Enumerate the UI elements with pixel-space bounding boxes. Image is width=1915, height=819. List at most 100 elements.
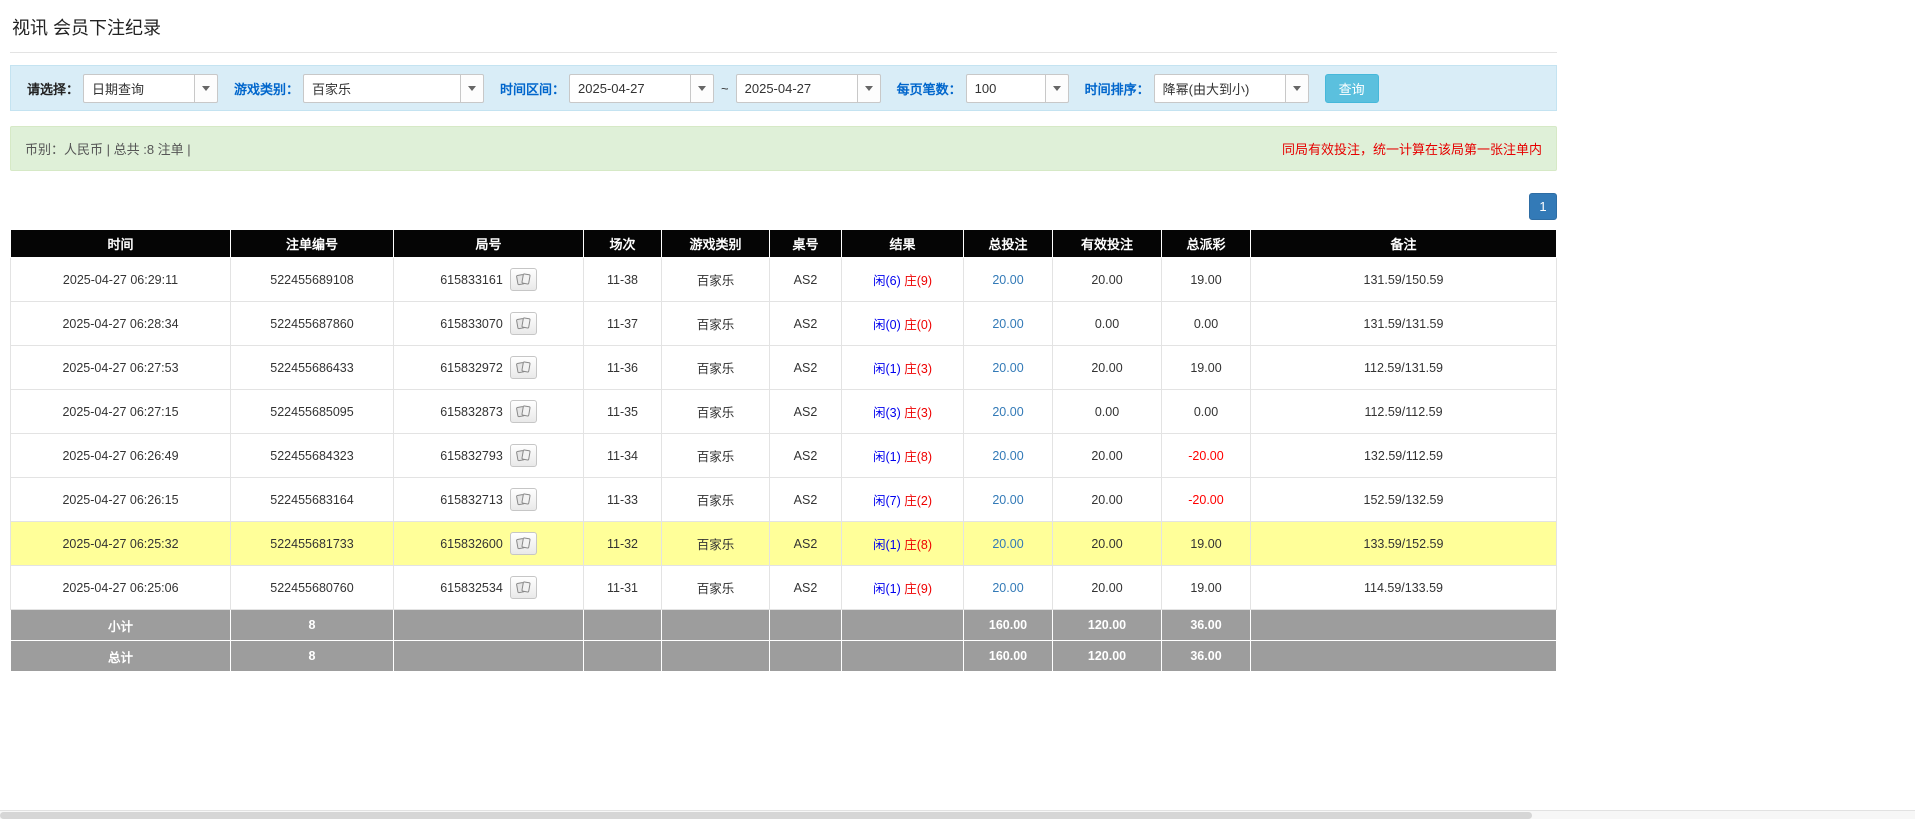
view-cards-button[interactable] [509,444,537,467]
bet-id-cell: 522455685095 [230,389,394,434]
page-1-button[interactable]: 1 [1529,193,1557,220]
query-type-input[interactable] [83,73,196,103]
result-cell: 闲(6) 庄(9) [841,257,964,302]
total-bet-link[interactable]: 20.00 [992,361,1023,375]
view-cards-button[interactable] [509,268,537,291]
remark-cell: 114.59/133.59 [1250,565,1557,610]
view-cards-button[interactable] [509,312,537,335]
table-no-cell: AS2 [769,477,842,522]
round-cell: 615832713 [393,477,584,522]
total-bet-link[interactable]: 20.00 [992,449,1023,463]
game-type-dropdown-button[interactable] [461,73,485,103]
table-no-cell: AS2 [769,301,842,346]
payout-cell: 19.00 [1161,345,1251,390]
total-label: 总计 [10,640,231,672]
session-cell: 11-35 [583,389,662,434]
view-cards-button[interactable] [509,532,537,555]
chevron-down-icon [864,85,873,91]
game-type-cell: 百家乐 [661,433,770,478]
page-size-input[interactable] [965,73,1046,103]
total-bet-link[interactable]: 20.00 [992,317,1023,331]
cards-icon [515,273,531,286]
sort-input[interactable] [1153,73,1286,103]
total-row: 总计 8 160.00 120.00 36.00 [10,640,1557,672]
search-button[interactable]: 查询 [1324,73,1379,103]
view-cards-button[interactable] [509,576,537,599]
banker-result: 庄(8) [904,538,933,552]
table-row: 2025-04-27 06:28:34 522455687860 615833070… [10,301,1557,346]
time-cell: 2025-04-27 06:26:15 [10,477,231,522]
round-id: 615832534 [440,580,503,595]
empty-cell [769,640,842,672]
date-from-combo [569,73,715,103]
date-from-input[interactable] [569,73,692,103]
total-bet-cell: 20.00 [963,521,1053,566]
sort-dropdown-button[interactable] [1285,73,1309,103]
col-header-time: 时间 [10,229,231,258]
view-cards-button[interactable] [509,356,537,379]
date-to-dropdown-button[interactable] [857,73,881,103]
date-to-input[interactable] [735,73,858,103]
payout-cell: 0.00 [1161,389,1251,434]
cards-icon [515,405,531,418]
empty-cell [583,640,662,672]
bet-id-cell: 522455683164 [230,477,394,522]
empty-cell [661,609,770,641]
date-from-dropdown-button[interactable] [691,73,715,103]
query-type-dropdown-button[interactable] [195,73,219,103]
select-label: 请选择： [27,81,80,97]
table-no-cell: AS2 [769,565,842,610]
banker-result: 庄(3) [904,406,933,420]
total-bet-link[interactable]: 20.00 [992,405,1023,419]
total-bet-link[interactable]: 20.00 [992,273,1023,287]
total-bet-link[interactable]: 20.00 [992,537,1023,551]
col-header-result: 结果 [841,229,964,258]
empty-cell [841,609,964,641]
total-valid-bet: 120.00 [1052,640,1162,672]
banker-result: 庄(3) [904,362,933,376]
round-id: 615832873 [440,404,503,419]
summary-note: 同局有效投注，统一计算在该局第一张注单内 [1281,142,1542,157]
horizontal-scrollbar-thumb[interactable] [0,812,1532,819]
total-bet-link[interactable]: 20.00 [992,581,1023,595]
cards-icon [515,493,531,506]
round-id: 615833161 [440,272,503,287]
round-cell: 615832600 [393,521,584,566]
view-cards-button[interactable] [509,400,537,423]
subtotal-payout: 36.00 [1161,609,1251,641]
result-cell: 闲(0) 庄(0) [841,301,964,346]
page-container: 视讯 会员下注纪录 请选择： 游戏类别： 时间区间： ~ 每页笔数： 时间排序： [10,0,1557,672]
bet-id-cell: 522455681733 [230,521,394,566]
summary-currency-count: 币别：人民币 | 总共 :8 注单 | [25,142,191,157]
time-cell: 2025-04-27 06:28:34 [10,301,231,346]
valid-bet-cell: 20.00 [1052,521,1162,566]
remark-cell: 112.59/112.59 [1250,389,1557,434]
page-size-dropdown-button[interactable] [1045,73,1069,103]
view-cards-button[interactable] [509,488,537,511]
bet-id-cell: 522455687860 [230,301,394,346]
result-cell: 闲(1) 庄(8) [841,433,964,478]
subtotal-count: 8 [230,609,394,641]
time-cell: 2025-04-27 06:27:15 [10,389,231,434]
total-payout: 36.00 [1161,640,1251,672]
session-cell: 11-37 [583,301,662,346]
total-bet-link[interactable]: 20.00 [992,493,1023,507]
payout-cell: 19.00 [1161,565,1251,610]
game-type-cell: 百家乐 [661,257,770,302]
result-cell: 闲(3) 庄(3) [841,389,964,434]
game-type-input[interactable] [303,73,462,103]
total-bet-cell: 20.00 [963,345,1053,390]
payout-cell: -20.00 [1161,477,1251,522]
empty-cell [1250,640,1557,672]
date-to-combo [735,73,881,103]
table-no-cell: AS2 [769,257,842,302]
round-cell: 615832972 [393,345,584,390]
cards-icon [515,537,531,550]
game-type-cell: 百家乐 [661,565,770,610]
horizontal-scrollbar[interactable] [0,810,1915,819]
table-no-cell: AS2 [769,521,842,566]
col-header-remark: 备注 [1250,229,1557,258]
total-total-bet: 160.00 [963,640,1053,672]
valid-bet-cell: 0.00 [1052,389,1162,434]
table-row: 2025-04-27 06:26:15 522455683164 615832713… [10,477,1557,522]
